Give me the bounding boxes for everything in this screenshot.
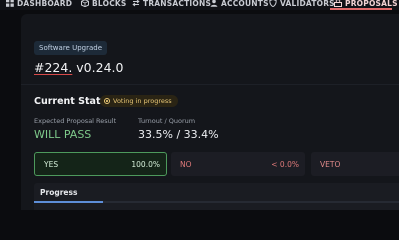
vote-yes-label: YES (44, 159, 59, 169)
nav-label: ACCOUNTS (221, 0, 269, 8)
nav-item-accounts[interactable]: ACCOUNTS (210, 0, 269, 10)
nav-label: BLOCKS (92, 0, 127, 8)
expected-result-label: Expected Proposal Result (34, 117, 117, 125)
vote-no-value: < 0.0% (271, 159, 299, 169)
vote-veto-label: VETO (320, 159, 341, 169)
nav-label: TRANSACTIONS (143, 0, 212, 8)
grid-icon (6, 0, 14, 9)
nav-label: PROPOSALS (345, 0, 398, 8)
clock-icon (104, 98, 110, 104)
proposal-title: #224. v0.24.0 (34, 60, 123, 75)
vote-yes-card[interactable]: YES 100.0% (34, 152, 167, 176)
status-badge-label: Voting in progress (113, 97, 172, 105)
proposal-title-text: v0.24.0 (72, 60, 124, 75)
vote-yes-value: 100.0% (131, 159, 160, 169)
shield-icon (269, 0, 277, 9)
nav-item-blocks[interactable]: BLOCKS (81, 0, 127, 10)
turnout-label: Turnout / Quorum (138, 117, 196, 125)
user-icon (210, 0, 218, 9)
nav-label: DASHBOARD (17, 0, 73, 8)
progress-bar-fill (34, 201, 104, 203)
vote-no-label: NO (180, 159, 192, 169)
progress-card (34, 183, 399, 210)
status-badge: Voting in progress (100, 95, 178, 107)
nav-item-validators[interactable]: VALIDATORS (269, 0, 335, 10)
active-tab-indicator (330, 8, 392, 10)
transfer-icon (132, 0, 140, 9)
nav-item-transactions[interactable]: TRANSACTIONS (132, 0, 211, 10)
expected-result-value: WILL PASS (34, 128, 92, 141)
section-divider (21, 84, 399, 85)
vote-veto-card[interactable]: VETO (311, 152, 399, 176)
nav-item-dashboard[interactable]: DASHBOARD (6, 0, 72, 10)
cube-icon (81, 0, 89, 9)
turnout-value: 33.5% / 33.4% (138, 128, 219, 141)
proposal-type-tag: Software Upgrade (34, 41, 108, 55)
nav-label: VALIDATORS (280, 0, 335, 8)
progress-title: Progress (40, 188, 78, 197)
vote-no-card[interactable]: NO < 0.0% (171, 152, 305, 176)
proposal-number[interactable]: #224. (34, 60, 72, 75)
top-nav: DASHBOARD BLOCKS TRANSACTIONS ACCOUNTS V… (0, 0, 399, 10)
